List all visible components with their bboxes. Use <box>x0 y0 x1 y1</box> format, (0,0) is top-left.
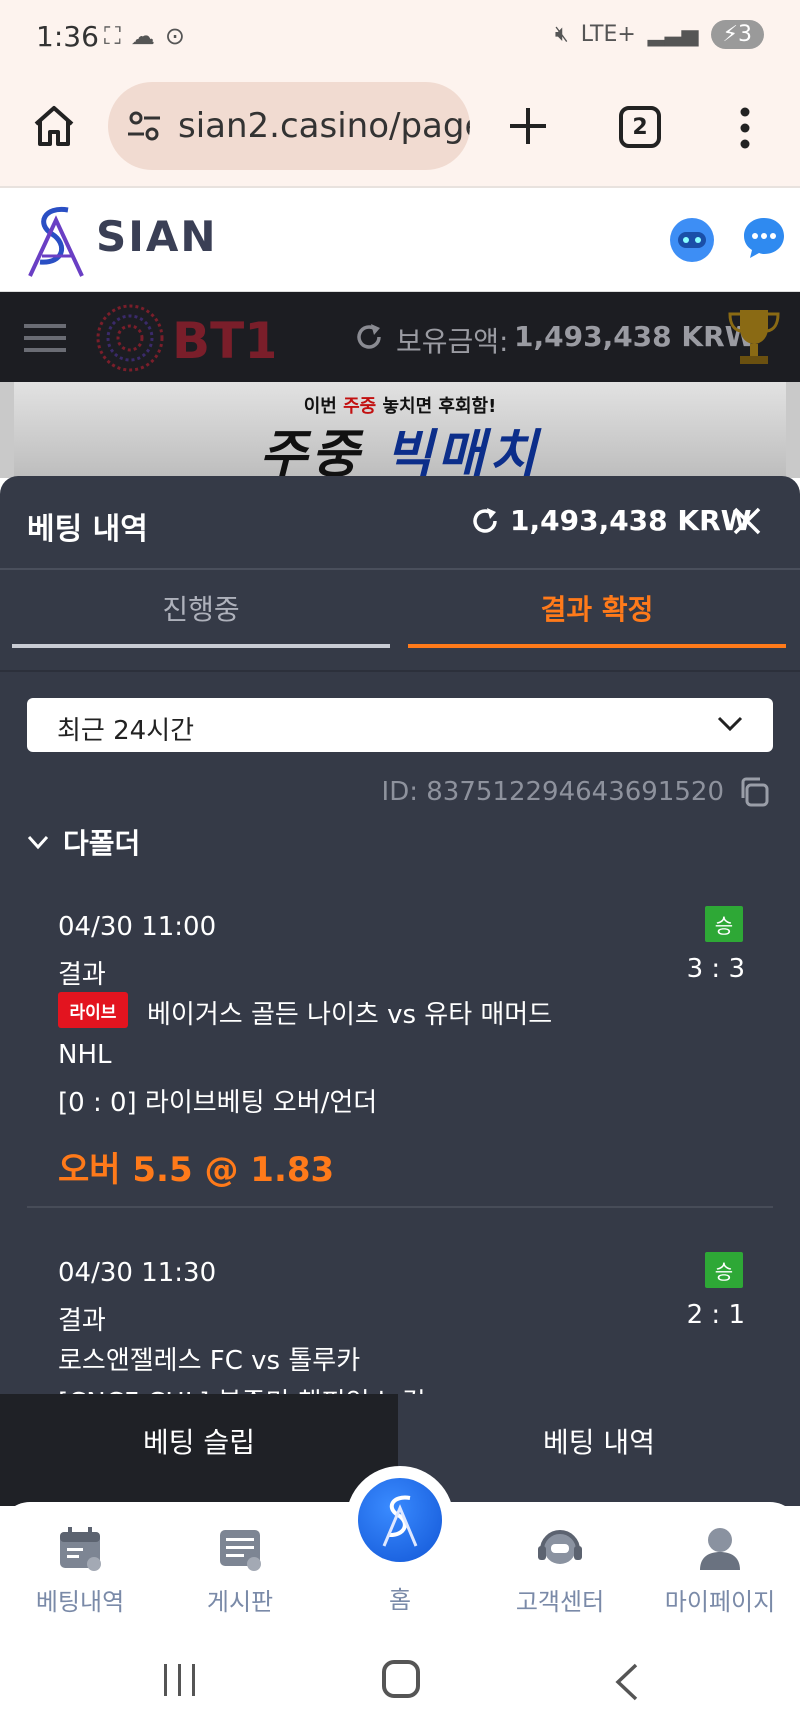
browser-toolbar: sian2.casino/page 2 <box>0 76 800 188</box>
chevron-down-icon <box>717 716 743 732</box>
hamburger-menu-icon[interactable] <box>24 322 66 354</box>
banner-title-part1: 주중 <box>259 425 386 478</box>
promo-banner[interactable]: 이번 주중 놓치면 후회함! 주중 빅매치 <box>0 382 800 478</box>
system-home-icon[interactable] <box>382 1660 420 1698</box>
browser-menu-icon[interactable] <box>730 104 760 152</box>
app-bar: BT1 보유금액: 1,493,438 KRW <box>0 292 800 382</box>
site-settings-icon[interactable] <box>126 108 162 144</box>
bet-market: [0 : 0] 라이브베팅 오버/언더 <box>58 1088 378 1118</box>
tab-switcher-button[interactable]: 2 <box>619 106 661 148</box>
trophy-icon[interactable] <box>726 306 782 368</box>
location-icon: ⊙ <box>164 22 185 50</box>
recent-apps-icon[interactable] <box>160 1662 200 1698</box>
bet-group-header[interactable]: 다폴더 <box>27 822 140 862</box>
address-bar[interactable]: sian2.casino/page <box>108 82 470 170</box>
chat-icon[interactable] <box>740 214 788 262</box>
banner-image: 이번 주중 놓치면 후회함! 주중 빅매치 <box>14 382 786 478</box>
bet-datetime: 04/30 11:30 <box>58 1258 217 1288</box>
home-logo-mark <box>382 1495 418 1547</box>
sian-logo-icon[interactable] <box>24 202 90 280</box>
banner-title-part2: 빅매치 <box>385 425 541 478</box>
panel-balance: 1,493,438 KRW <box>510 504 752 537</box>
board-icon <box>220 1530 261 1571</box>
calendar-icon <box>60 1527 101 1571</box>
browser-home-icon[interactable] <box>30 102 78 150</box>
nav-mypage[interactable]: 마이페이지 <box>640 1522 800 1617</box>
status-bar: 1:36 ⛶ ☁ ⊙ 🔇︎ LTE+ ▂▃▅ ⚡3 <box>0 0 800 76</box>
bet-slip-button[interactable]: 베팅 슬립 <box>0 1394 398 1506</box>
bet-history-button[interactable]: 베팅 내역 <box>398 1394 800 1506</box>
result-badge: 승 <box>705 906 743 942</box>
screenshot-icon: ⛶ <box>104 22 121 50</box>
tab-divider <box>0 670 800 672</box>
nav-label: 게시판 <box>206 1588 274 1616</box>
result-badge: 승 <box>705 1252 743 1288</box>
period-select[interactable]: 최근 24시간 <box>27 698 773 752</box>
url-text: sian2.casino/page <box>178 106 470 146</box>
bt1-logo[interactable]: BT1 <box>94 302 274 374</box>
bet-history-panel: 베팅 내역 1,493,438 KRW 진행중 결과 확정 최근 24시간 ID… <box>0 476 800 1506</box>
system-nav-bar <box>0 1626 800 1734</box>
bt1-logo-text: BT1 <box>172 312 274 370</box>
site-logo-text[interactable]: SIAN <box>96 212 218 261</box>
nav-support[interactable]: 고객센터 <box>480 1522 640 1617</box>
cloud-icon: ☁ <box>130 22 155 50</box>
result-label: 결과 <box>58 960 106 990</box>
bet-id: ID: 837512294643691520 <box>381 777 724 807</box>
nav-label: 베팅내역 <box>35 1588 125 1616</box>
status-notification-icons: ⛶ ☁ ⊙ <box>104 22 185 50</box>
balance-label: 보유금액: <box>396 325 509 358</box>
nav-bet-history[interactable]: 베팅내역 <box>0 1522 160 1617</box>
copy-icon[interactable] <box>738 776 770 808</box>
bet-score: 3 : 3 <box>686 954 745 984</box>
nav-label: 홈 <box>388 1586 412 1614</box>
status-time: 1:36 <box>36 20 99 53</box>
tab-in-progress[interactable]: 진행중 <box>12 572 390 648</box>
nav-label: 고객센터 <box>515 1588 605 1616</box>
support-bot-icon[interactable] <box>666 214 718 266</box>
banner-title: 주중 빅매치 <box>14 412 786 478</box>
network-label: LTE+ <box>580 22 636 47</box>
panel-title: 베팅 내역 <box>27 512 148 547</box>
back-icon[interactable] <box>612 1662 642 1702</box>
mute-icon: 🔇︎ <box>554 22 569 47</box>
period-select-value: 최근 24시간 <box>57 716 195 746</box>
battery-icon: ⚡3 <box>710 20 764 49</box>
support-icon <box>538 1530 582 1564</box>
bet-match: 로스앤젤레스 FC vs 톨루카 <box>58 1346 361 1376</box>
status-right: 🔇︎ LTE+ ▂▃▅ ⚡3 <box>555 20 764 49</box>
home-logo-icon <box>358 1478 442 1562</box>
bet-id-row: ID: 837512294643691520 <box>382 776 770 808</box>
new-tab-icon[interactable] <box>506 104 550 148</box>
signal-icon: ▂▃▅ <box>647 22 699 47</box>
nav-board[interactable]: 게시판 <box>160 1522 320 1617</box>
user-icon <box>700 1528 740 1570</box>
nav-label: 마이페이지 <box>664 1588 776 1616</box>
close-icon[interactable] <box>732 506 762 536</box>
bet-group-label: 다폴더 <box>63 827 141 860</box>
bet-league: NHL <box>58 1040 112 1070</box>
tab-settled[interactable]: 결과 확정 <box>408 572 786 648</box>
bet-divider <box>27 1206 773 1208</box>
refresh-icon[interactable] <box>470 506 500 536</box>
balance-value: 1,493,438 KRW <box>514 320 756 353</box>
bet-score: 2 : 1 <box>686 1300 745 1330</box>
bet-pick: 오버 5.5 @ 1.83 <box>58 1150 335 1190</box>
nav-home-button[interactable] <box>346 1466 454 1574</box>
site-header: SIAN <box>0 190 800 292</box>
bet-item: 04/30 11:30 승 결과 2 : 1 로스앤젤레스 FC vs 톨루카 … <box>27 1252 773 1418</box>
battery-level: 3 <box>738 22 752 47</box>
panel-header: 베팅 내역 1,493,438 KRW <box>0 476 800 570</box>
bet-match: 베이거스 골든 나이츠 vs 유타 매머드 <box>147 1000 553 1030</box>
live-badge: 라이브 <box>58 992 128 1028</box>
bet-datetime: 04/30 11:00 <box>58 912 217 942</box>
result-label: 결과 <box>58 1306 106 1336</box>
bet-item: 04/30 11:00 승 결과 3 : 3 라이브 베이거스 골든 나이츠 v… <box>27 906 773 1232</box>
chevron-down-icon <box>27 835 49 850</box>
refresh-balance-icon[interactable] <box>354 322 384 352</box>
